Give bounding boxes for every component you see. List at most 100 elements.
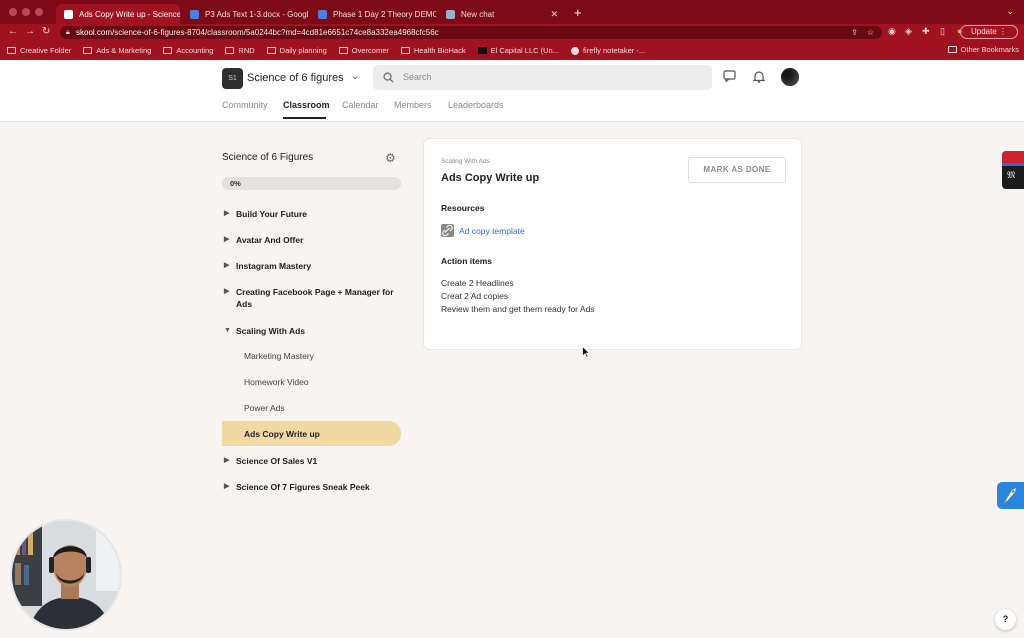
caret-right-icon: ▶ bbox=[224, 288, 230, 295]
caret-right-icon: ▶ bbox=[224, 262, 230, 269]
update-button[interactable]: Update ⋮ bbox=[959, 25, 1018, 39]
bookmark-item[interactable]: Overcomer bbox=[338, 46, 389, 55]
bookmark-item[interactable]: Creative Folder bbox=[7, 46, 71, 55]
module-label: Creating Facebook Page + Manager for Ads bbox=[236, 287, 394, 309]
site-favicon-icon bbox=[477, 47, 487, 54]
address-bar[interactable]: 🔒︎ skool.com/science-of-6-figures-8704/cl… bbox=[60, 26, 882, 39]
lesson-marketing-mastery[interactable]: Marketing Mastery bbox=[244, 351, 314, 361]
resource-link-label[interactable]: Ad copy template bbox=[459, 226, 525, 236]
browser-tab[interactable]: Phase 1 Day 2 Theory DEMO.d ✕ bbox=[310, 4, 436, 24]
chevron-down-icon[interactable]: ⌄ bbox=[351, 71, 359, 82]
bookmark-item[interactable]: Ads & Marketing bbox=[83, 46, 151, 55]
tab-community[interactable]: Community bbox=[222, 100, 268, 110]
bookmark-star-icon[interactable]: ☆ bbox=[867, 26, 874, 39]
bookmark-item[interactable]: Accounting bbox=[163, 46, 213, 55]
presenter-video-icon bbox=[12, 521, 120, 629]
search-input[interactable]: Search bbox=[373, 65, 712, 90]
puzzle-extensions-icon[interactable]: ✚ bbox=[922, 26, 930, 37]
widget-divider bbox=[1002, 163, 1024, 166]
group-logo[interactable]: S1 bbox=[222, 68, 243, 89]
lesson-title: Ads Copy Write up bbox=[441, 172, 540, 184]
bookmark-label: Daily planning bbox=[279, 46, 327, 55]
help-button[interactable]: ? bbox=[995, 609, 1016, 630]
window-zoom-button[interactable] bbox=[35, 8, 43, 16]
share-icon[interactable]: ⇪ bbox=[851, 26, 858, 39]
bookmark-item[interactable]: Health BioHack bbox=[400, 46, 466, 55]
action-item: Creat 2 Ad copies bbox=[441, 291, 509, 301]
group-name[interactable]: Science of 6 figures bbox=[247, 72, 344, 84]
folder-icon bbox=[400, 47, 410, 54]
side-extension-widget[interactable]: 𝔐 bbox=[1002, 151, 1024, 189]
tab-title: Phase 1 Day 2 Theory DEMO.d bbox=[333, 9, 436, 19]
new-tab-icon[interactable]: + bbox=[574, 5, 582, 20]
tab-title: New chat bbox=[461, 9, 495, 19]
bookmark-label: El Capital LLC (Un... bbox=[490, 46, 559, 55]
active-tab-indicator bbox=[283, 117, 326, 119]
lesson-breadcrumb: Scaling With Ads bbox=[441, 158, 490, 165]
bookmark-label: Accounting bbox=[176, 46, 214, 55]
extension-icon[interactable]: ◈ bbox=[905, 26, 912, 37]
browser-tab[interactable]: New chat ✕ bbox=[438, 4, 566, 24]
notetaker-icon[interactable]: 𝔐 bbox=[1007, 171, 1015, 181]
lesson-power-ads[interactable]: Power Ads bbox=[244, 403, 285, 413]
sidebar-toggle-icon[interactable]: ▯ bbox=[940, 26, 945, 37]
caret-right-icon: ▶ bbox=[224, 457, 230, 464]
bookmark-label: firefly notetaker -... bbox=[582, 46, 646, 55]
mark-as-done-button[interactable]: MARK AS DONE bbox=[688, 157, 786, 183]
browser-tab-bar: Ads Copy Write up - Science o ✕ P3 Ads T… bbox=[0, 0, 1024, 24]
bookmark-item[interactable]: Daily planning bbox=[266, 46, 327, 55]
window-minimize-button[interactable] bbox=[22, 8, 30, 16]
close-tab-icon[interactable]: ✕ bbox=[550, 9, 558, 20]
app-header: S1 Science of 6 figures ⌄ Search Communi… bbox=[0, 60, 1024, 122]
forward-arrow-icon[interactable]: → bbox=[25, 26, 35, 37]
tab-search-chevron-icon[interactable]: ⌄ bbox=[1006, 6, 1014, 17]
bell-icon[interactable] bbox=[753, 70, 765, 83]
firefly-favicon-icon bbox=[570, 46, 579, 55]
course-progress-bar: 0% bbox=[222, 177, 401, 190]
lesson-ads-copy-write-up[interactable]: Ads Copy Write up bbox=[222, 421, 401, 446]
bookmark-label: Creative Folder bbox=[20, 46, 72, 55]
action-item: Create 2 Headlines bbox=[441, 278, 514, 288]
caret-right-icon: ▶ bbox=[224, 210, 230, 217]
tab-title: P3 Ads Text 1-3.docx - Googl bbox=[205, 9, 308, 19]
chat-icon[interactable] bbox=[723, 70, 736, 82]
folder-icon bbox=[7, 47, 16, 54]
lock-icon: 🔒︎ bbox=[66, 29, 70, 36]
search-placeholder: Search bbox=[403, 72, 432, 82]
browser-tab[interactable]: Ads Copy Write up - Science o ✕ bbox=[56, 4, 180, 24]
rocket-launch-button[interactable] bbox=[997, 482, 1024, 509]
back-arrow-icon[interactable]: ← bbox=[8, 26, 18, 37]
module-label: Instagram Mastery bbox=[236, 261, 312, 271]
search-icon bbox=[383, 72, 394, 83]
profile-extension-icon[interactable]: ◉ bbox=[888, 26, 896, 37]
tab-leaderboards[interactable]: Leaderboards bbox=[448, 100, 504, 110]
module-label: Science Of 7 Figures Sneak Peek bbox=[236, 482, 370, 492]
resource-link[interactable]: Ad copy template bbox=[441, 224, 525, 237]
window-close-button[interactable] bbox=[9, 8, 17, 16]
other-bookmarks[interactable]: Other Bookmarks bbox=[947, 45, 1019, 54]
folder-icon bbox=[163, 47, 173, 54]
screen-record-icon[interactable] bbox=[1002, 151, 1024, 163]
bookmark-item[interactable]: RND bbox=[225, 46, 255, 55]
gear-icon[interactable]: ⚙ bbox=[385, 151, 396, 165]
bookmark-item[interactable]: El Capital LLC (Un... bbox=[477, 46, 559, 55]
reload-icon[interactable]: ↻ bbox=[42, 26, 50, 37]
folder-icon bbox=[266, 47, 276, 54]
update-label: Update bbox=[970, 27, 997, 36]
tab-calendar[interactable]: Calendar bbox=[342, 100, 379, 110]
other-bookmarks-label: Other Bookmarks bbox=[960, 45, 1019, 54]
browser-tab[interactable]: P3 Ads Text 1-3.docx - Googl ✕ bbox=[182, 4, 308, 24]
caret-right-icon: ▶ bbox=[224, 483, 230, 490]
bookmark-label: Ads & Marketing bbox=[96, 46, 152, 55]
url-domain: skool.com bbox=[76, 28, 113, 37]
tab-members[interactable]: Members bbox=[394, 100, 432, 110]
url-path: /science-of-6-figures-8704/classroom/5a0… bbox=[112, 28, 439, 37]
avatar[interactable] bbox=[781, 68, 799, 86]
module-label: Science Of Sales V1 bbox=[236, 456, 318, 466]
lesson-homework-video[interactable]: Homework Video bbox=[244, 377, 309, 387]
folder-icon bbox=[947, 46, 957, 53]
tab-classroom[interactable]: Classroom bbox=[283, 100, 330, 110]
action-item: Review them and get them ready for Ads bbox=[441, 304, 595, 314]
bookmark-item[interactable]: firefly notetaker -... bbox=[570, 46, 646, 55]
bookmarks-bar: Creative Folder Ads & Marketing Accounti… bbox=[0, 41, 1024, 60]
